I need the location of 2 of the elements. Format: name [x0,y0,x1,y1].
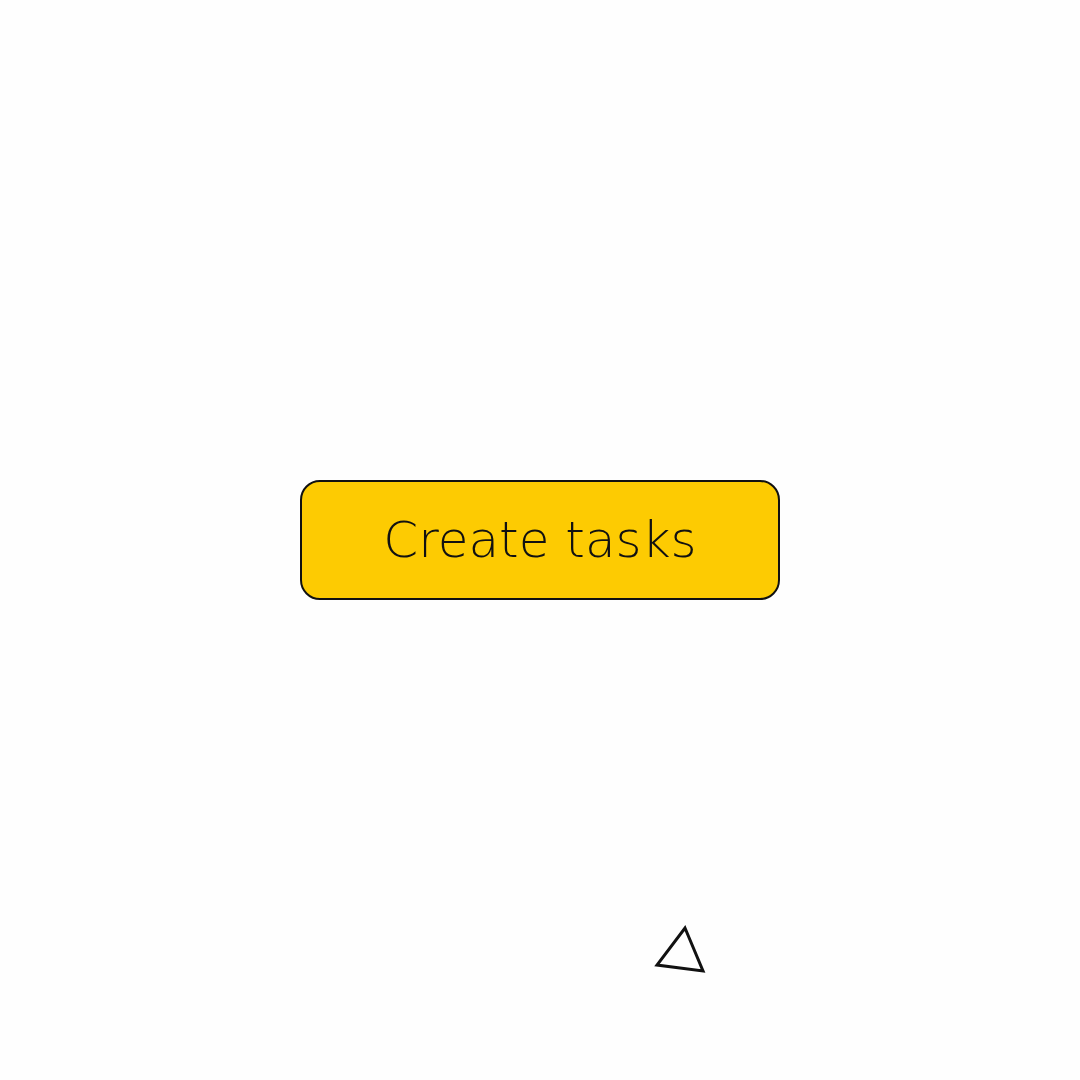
triangle-shape [654,925,706,974]
create-tasks-button[interactable]: Create tasks [300,480,780,600]
